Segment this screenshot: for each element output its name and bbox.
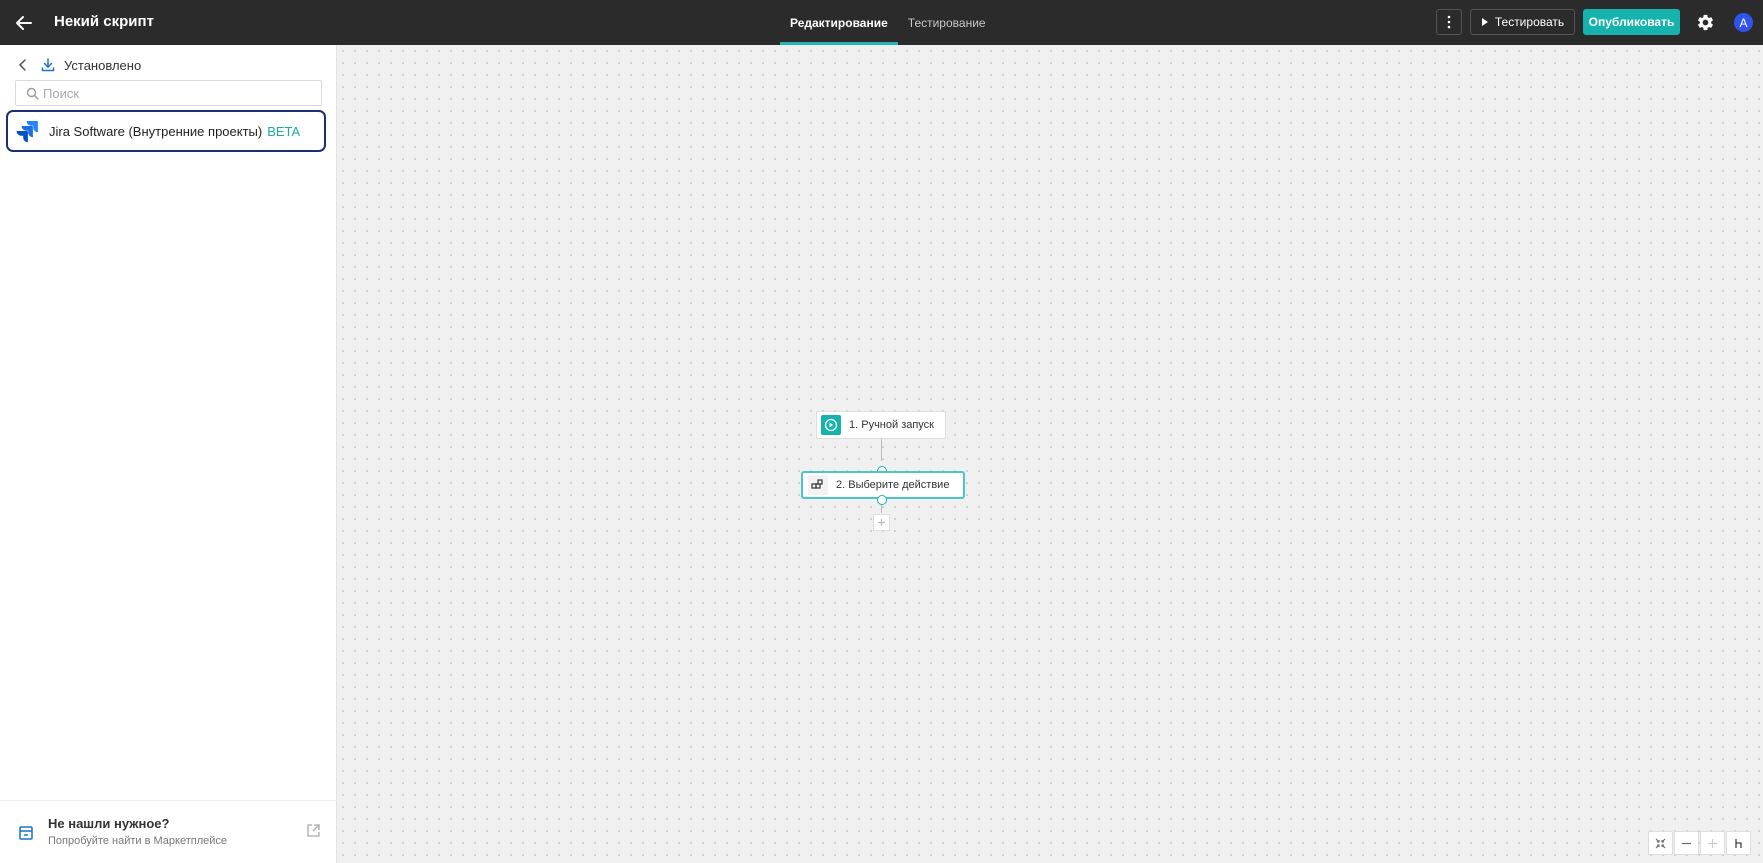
action-node-label: 2. Выберите действие (836, 479, 950, 491)
workflow-canvas[interactable]: 1. Ручной запуск 2. Выберите действие (337, 45, 1763, 863)
trigger-node[interactable]: 1. Ручной запуск (816, 411, 946, 439)
layout-icon (1735, 838, 1742, 848)
search-input[interactable] (43, 85, 303, 101)
store-icon (19, 826, 33, 840)
marketplace-footer: Не нашли нужное? Попробуйте найти в Марк… (0, 800, 336, 863)
connector-line (881, 505, 882, 513)
collapse-icon (1655, 838, 1666, 848)
play-circle-icon (821, 415, 841, 435)
app-item-jira[interactable]: Jira Software (Внутренние проекты) BETA (6, 110, 326, 152)
footer-title: Не нашли нужное? (48, 816, 170, 831)
blocks-icon (808, 475, 828, 495)
section-title: Установлено (64, 57, 142, 73)
mode-tabs: Редактирование Тестирование (780, 0, 996, 45)
fit-view-button[interactable] (1648, 831, 1673, 855)
tab-editing[interactable]: Редактирование (780, 0, 898, 45)
publish-button[interactable]: Опубликовать (1583, 9, 1680, 35)
search-box (15, 80, 322, 106)
layout-button[interactable] (1726, 831, 1751, 855)
chevron-left-icon[interactable] (16, 58, 30, 72)
add-step-button[interactable] (873, 514, 890, 531)
trigger-node-label: 1. Ручной запуск (849, 419, 934, 431)
plus-icon (878, 519, 885, 526)
avatar[interactable]: A (1734, 13, 1753, 32)
tab-testing[interactable]: Тестирование (898, 0, 996, 45)
play-icon (1481, 18, 1488, 26)
test-button[interactable]: Тестировать (1470, 9, 1575, 35)
test-button-label: Тестировать (1494, 15, 1565, 29)
download-icon (41, 58, 55, 72)
page-title: Некий скрипт (54, 13, 154, 30)
jira-icon (16, 121, 38, 143)
sidebar: Установлено Jira Software (Внутренние пр… (0, 45, 337, 863)
output-port[interactable] (877, 495, 887, 505)
top-bar: Некий скрипт Редактирование Тестирование… (0, 0, 1763, 45)
app-item-label: Jira Software (Внутренние проекты) (49, 123, 263, 139)
zoom-out-button[interactable] (1674, 831, 1699, 855)
plus-icon (1708, 838, 1717, 848)
external-link-icon[interactable] (306, 823, 321, 838)
kebab-menu-icon (1447, 15, 1451, 29)
connector-line (881, 439, 882, 461)
footer-subtitle: Попробуйте найти в Маркетплейсе (48, 835, 227, 847)
zoom-in-button[interactable] (1700, 831, 1725, 855)
beta-badge: BETA (267, 123, 301, 139)
gear-icon[interactable] (1696, 13, 1715, 32)
search-icon (26, 87, 39, 100)
more-options-button[interactable] (1436, 9, 1462, 35)
sidebar-header: Установлено (16, 55, 141, 75)
minus-icon (1682, 842, 1691, 844)
zoom-controls (1648, 831, 1751, 855)
back-arrow-icon[interactable] (13, 12, 35, 34)
